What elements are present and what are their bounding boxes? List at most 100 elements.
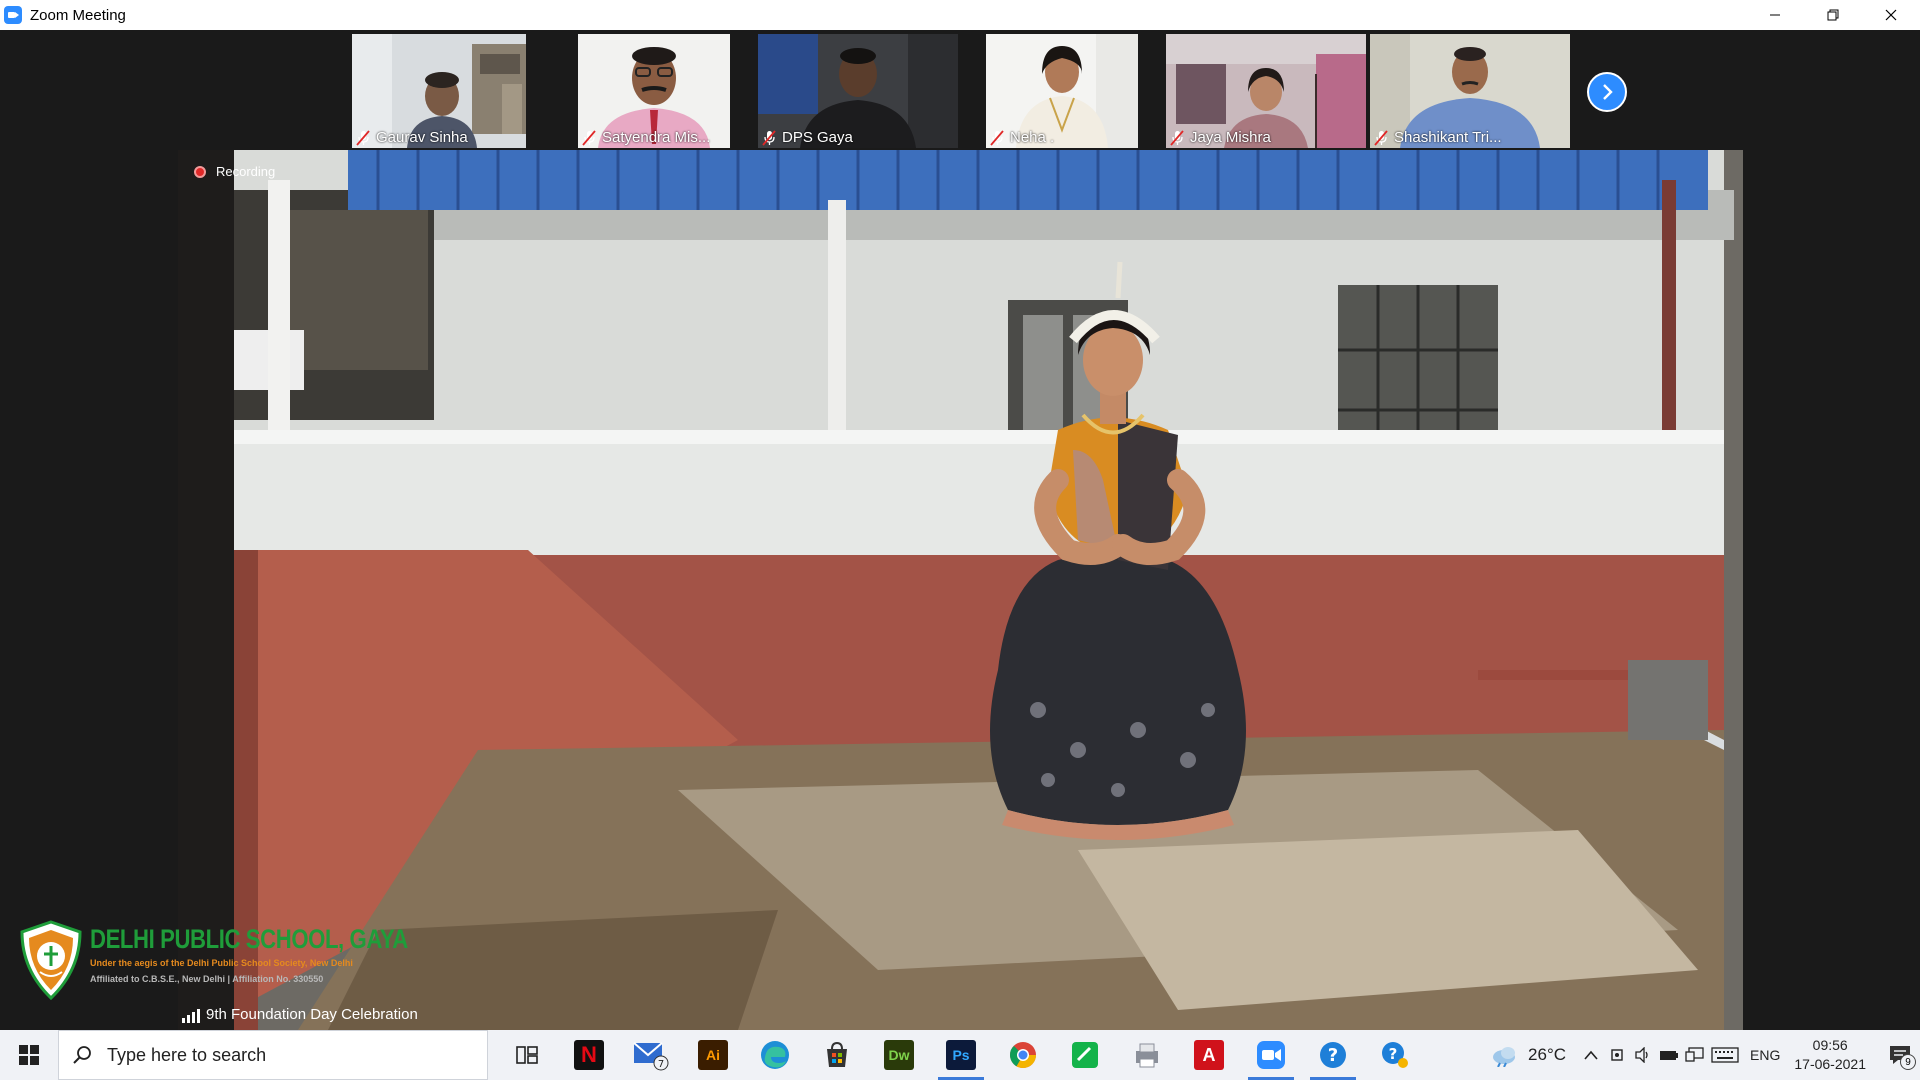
school-name: DELHI PUBLIC SCHOOL, GAYA bbox=[90, 924, 408, 954]
taskbar-search-box[interactable]: Type here to search bbox=[58, 1030, 488, 1080]
participant-tile[interactable]: Jaya Mishra bbox=[1166, 34, 1366, 148]
system-tray: 26°C ENG 09:56 17-06-2021 9 bbox=[1490, 1030, 1920, 1080]
task-view-icon bbox=[516, 1046, 538, 1064]
taskbar-printer[interactable] bbox=[1116, 1030, 1178, 1080]
show-hidden-icons-button[interactable] bbox=[1578, 1030, 1604, 1080]
tray-device-button[interactable] bbox=[1604, 1030, 1630, 1080]
mic-off-icon bbox=[1374, 129, 1388, 146]
taskbar-zoom[interactable] bbox=[1240, 1030, 1302, 1080]
battery-button[interactable] bbox=[1656, 1030, 1682, 1080]
chevron-right-icon bbox=[1603, 84, 1613, 100]
weather-icon bbox=[1493, 1047, 1516, 1067]
participant-tile[interactable]: DPS Gaya bbox=[758, 34, 958, 148]
battery-icon bbox=[1660, 1051, 1679, 1060]
participant-tile[interactable]: Shashikant Tri... bbox=[1370, 34, 1570, 148]
taskbar-netflix[interactable]: N bbox=[558, 1030, 620, 1080]
help-icon: ? bbox=[1320, 1042, 1346, 1068]
participant-name-bar: Satyendra Mis... bbox=[582, 129, 710, 146]
touch-keyboard-button[interactable] bbox=[1708, 1030, 1742, 1080]
mail-icon: 7 bbox=[633, 1042, 669, 1071]
store-icon bbox=[827, 1041, 847, 1067]
svg-text:?: ? bbox=[1328, 1045, 1338, 1066]
task-view-button[interactable] bbox=[496, 1030, 558, 1080]
zoom-app-icon bbox=[4, 6, 22, 24]
input-language[interactable]: ENG bbox=[1750, 1047, 1780, 1063]
active-speaker-video[interactable]: Recording bbox=[178, 150, 1743, 1030]
taskbar-store[interactable] bbox=[806, 1030, 868, 1080]
participant-name-bar: DPS Gaya bbox=[762, 129, 853, 146]
participant-name-bar: Shashikant Tri... bbox=[1374, 129, 1502, 146]
mic-off-icon bbox=[762, 129, 776, 146]
taskbar-apps: N 7 Ai Dw Ps A ? ? bbox=[496, 1030, 1426, 1080]
participant-name: DPS Gaya bbox=[782, 129, 853, 146]
action-center-button[interactable]: 9 bbox=[1880, 1030, 1920, 1080]
taskbar-edge[interactable] bbox=[744, 1030, 806, 1080]
minimize-button[interactable] bbox=[1746, 0, 1804, 30]
start-button[interactable] bbox=[0, 1030, 58, 1080]
participant-name-bar: Jaya Mishra bbox=[1170, 129, 1271, 146]
participant-name-bar: Gaurav Sinha bbox=[356, 129, 468, 146]
close-button[interactable] bbox=[1862, 0, 1920, 30]
device-icon bbox=[1611, 1049, 1623, 1061]
photoshop-icon: Ps bbox=[946, 1040, 976, 1070]
taskbar-chrome[interactable] bbox=[992, 1030, 1054, 1080]
participant-gallery: Gaurav Sinha Satyendra Mis... DPS Gaya N… bbox=[0, 32, 1920, 148]
taskbar-illustrator[interactable]: Ai bbox=[682, 1030, 744, 1080]
chevron-up-icon bbox=[1584, 1050, 1598, 1060]
netflix-icon: N bbox=[574, 1040, 604, 1070]
mic-off-icon bbox=[582, 129, 596, 146]
dance-performance-video bbox=[178, 150, 1734, 1030]
search-icon bbox=[73, 1046, 91, 1064]
next-page-button[interactable] bbox=[1587, 72, 1627, 112]
svg-text:?: ? bbox=[1389, 1045, 1398, 1063]
search-placeholder: Type here to search bbox=[107, 1044, 267, 1065]
network-icon bbox=[1685, 1047, 1704, 1062]
participant-tile[interactable]: Neha . bbox=[986, 34, 1138, 148]
network-button[interactable] bbox=[1682, 1030, 1708, 1080]
temperature-label: 26°C bbox=[1528, 1045, 1567, 1064]
taskbar-photoshop[interactable]: Ps bbox=[930, 1030, 992, 1080]
mic-off-icon bbox=[356, 129, 370, 146]
recording-label: Recording bbox=[216, 164, 276, 179]
volume-button[interactable] bbox=[1630, 1030, 1656, 1080]
taskbar-tips[interactable]: ? bbox=[1364, 1030, 1426, 1080]
clock-date: 17-06-2021 bbox=[1794, 1056, 1866, 1072]
windows-logo-icon bbox=[19, 1045, 39, 1065]
speaker-icon bbox=[1635, 1047, 1648, 1063]
chrome-icon bbox=[1009, 1042, 1037, 1069]
meeting-topic-label: 9th Foundation Day Celebration bbox=[206, 1006, 418, 1023]
taskbar-mail[interactable]: 7 bbox=[620, 1030, 682, 1080]
dreamweaver-icon: Dw bbox=[884, 1040, 914, 1070]
participant-name: Neha . bbox=[1010, 129, 1055, 146]
taskbar-dreamweaver[interactable]: Dw bbox=[868, 1030, 930, 1080]
clock[interactable]: 09:56 17-06-2021 bbox=[1794, 1036, 1866, 1074]
window-titlebar: Zoom Meeting bbox=[0, 0, 1920, 30]
meeting-area: Gaurav Sinha Satyendra Mis... DPS Gaya N… bbox=[0, 30, 1920, 1030]
participant-name: Satyendra Mis... bbox=[602, 129, 711, 146]
taskbar-help[interactable]: ? bbox=[1302, 1030, 1364, 1080]
keyboard-icon bbox=[1711, 1047, 1739, 1063]
close-icon bbox=[1885, 9, 1897, 21]
taskbar-green-app[interactable] bbox=[1054, 1030, 1116, 1080]
zoom-icon bbox=[1257, 1041, 1285, 1069]
phone-link-icon bbox=[1072, 1042, 1098, 1068]
clock-time: 09:56 bbox=[1812, 1037, 1848, 1053]
illustrator-icon: Ai bbox=[698, 1040, 728, 1070]
window-controls bbox=[1746, 0, 1920, 30]
window-title: Zoom Meeting bbox=[30, 6, 126, 24]
acrobat-icon: A bbox=[1194, 1040, 1224, 1070]
school-subtitle: Under the aegis of the Delhi Public Scho… bbox=[90, 958, 353, 968]
mic-off-icon bbox=[990, 129, 1004, 146]
weather-widget[interactable]: 26°C bbox=[1490, 1043, 1566, 1067]
restore-button[interactable] bbox=[1804, 0, 1862, 30]
svg-text:7: 7 bbox=[658, 1059, 664, 1070]
recording-dot-icon bbox=[194, 165, 206, 178]
taskbar-acrobat[interactable]: A bbox=[1178, 1030, 1240, 1080]
windows-taskbar: Type here to search N 7 Ai Dw Ps A ? ? 2… bbox=[0, 1030, 1920, 1080]
mic-off-icon bbox=[1170, 129, 1184, 146]
participant-tile[interactable]: Gaurav Sinha bbox=[352, 34, 526, 148]
participant-tile[interactable]: Satyendra Mis... bbox=[578, 34, 730, 148]
participant-name: Jaya Mishra bbox=[1190, 129, 1271, 146]
minimize-icon bbox=[1770, 14, 1780, 16]
restore-icon bbox=[1827, 9, 1839, 21]
